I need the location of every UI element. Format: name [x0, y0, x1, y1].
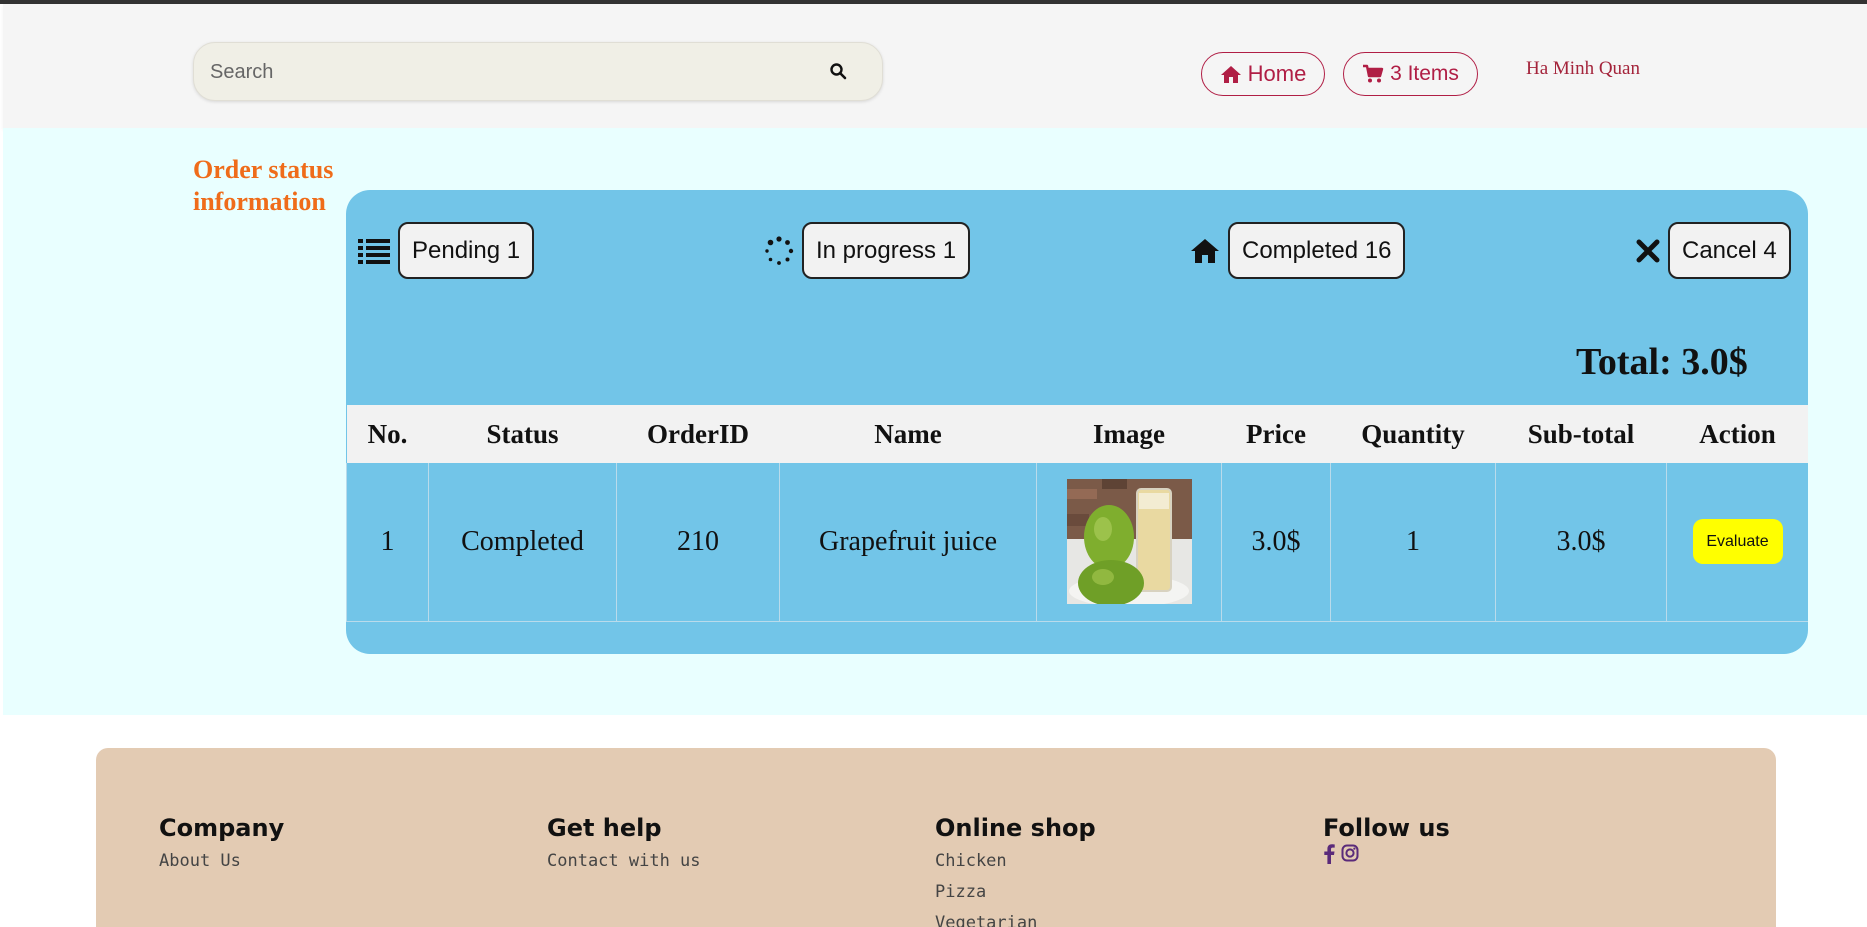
column-header-subtotal: Sub-total	[1527, 418, 1635, 449]
evaluate-button[interactable]: Evaluate	[1692, 519, 1783, 565]
search-bar	[193, 42, 883, 101]
search-icon	[830, 63, 847, 80]
table-header-row: No. Status OrderID Name Image Price Quan…	[346, 405, 1808, 463]
footer-company: Company About Us	[159, 814, 284, 877]
spinner-icon	[765, 235, 794, 265]
footer-link-vegetarian[interactable]: Vegetarian	[935, 908, 1096, 927]
cart-icon	[1363, 64, 1384, 83]
cart-label: 3 Items	[1390, 62, 1459, 85]
footer-heading-follow-us: Follow us	[1323, 814, 1450, 842]
footer-link-chicken[interactable]: Chicken	[935, 846, 1096, 877]
pending-button[interactable]: Pending 1	[398, 222, 535, 279]
cell-price: 3.0$	[1221, 463, 1331, 622]
cell-subtotal: 3.0$	[1495, 463, 1667, 622]
cell-order-id: 210	[616, 463, 780, 622]
column-header-action: Action	[1699, 418, 1776, 449]
column-header-order-id: OrderID	[647, 418, 749, 449]
facebook-icon[interactable]	[1323, 844, 1335, 864]
home-button[interactable]: Home	[1201, 52, 1325, 96]
column-header-quantity: Quantity	[1361, 418, 1465, 449]
page-title: Order status information	[193, 155, 334, 216]
search-button[interactable]	[818, 51, 858, 91]
table-row: 1 Completed 210 Grapefruit juice 3.0$ 1 …	[346, 463, 1808, 622]
cell-action: Evaluate	[1666, 463, 1808, 622]
instagram-icon[interactable]	[1341, 844, 1359, 862]
footer-follow-us: Follow us	[1323, 814, 1450, 864]
site-footer: Company About Us Get help Contact with u…	[96, 748, 1776, 927]
cell-image	[1036, 463, 1222, 622]
footer-heading-get-help: Get help	[547, 814, 662, 842]
product-image-grapefruit-juice	[1066, 479, 1192, 605]
footer-online-shop: Online shop Chicken Pizza Vegetarian	[935, 814, 1096, 927]
home-label: Home	[1247, 61, 1307, 86]
status-filter-completed: Completed 16	[1190, 222, 1406, 279]
column-header-no: No.	[367, 418, 408, 449]
footer-heading-online-shop: Online shop	[935, 814, 1096, 842]
column-header-status: Status	[486, 418, 559, 449]
status-filter-pending: Pending 1	[358, 222, 535, 279]
cart-button[interactable]: 3 Items	[1343, 52, 1478, 96]
orders-table: No. Status OrderID Name Image Price Quan…	[346, 405, 1808, 622]
cell-status: Completed	[428, 463, 617, 622]
completed-button[interactable]: Completed 16	[1228, 222, 1406, 279]
close-icon	[1636, 239, 1660, 262]
social-links	[1323, 844, 1450, 864]
main-content: Order status information Pending 1 In pr…	[3, 128, 1867, 715]
column-header-name: Name	[874, 418, 942, 449]
user-name[interactable]: Ha Minh Quan	[1526, 58, 1640, 80]
footer-link-about-us[interactable]: About Us	[159, 846, 284, 877]
home-icon	[1220, 66, 1241, 83]
status-filter-cancel: Cancel 4	[1636, 222, 1791, 279]
column-header-image: Image	[1093, 418, 1165, 449]
footer-heading-company: Company	[159, 814, 285, 842]
search-input[interactable]	[210, 55, 770, 89]
status-filter-in-progress: In progress 1	[764, 222, 971, 279]
order-total: Total: 3.0$	[1576, 341, 1748, 383]
order-status-panel: Pending 1 In progress 1 Completed 16 Can…	[346, 190, 1808, 654]
in-progress-button[interactable]: In progress 1	[802, 222, 971, 279]
cancel-button[interactable]: Cancel 4	[1668, 222, 1791, 279]
cell-quantity: 1	[1330, 463, 1496, 622]
list-icon	[358, 238, 390, 264]
footer-get-help: Get help Contact with us	[547, 814, 701, 877]
footer-link-contact[interactable]: Contact with us	[547, 846, 701, 877]
home-icon	[1191, 238, 1219, 263]
cell-name: Grapefruit juice	[779, 463, 1037, 622]
cell-no: 1	[346, 463, 429, 622]
column-header-price: Price	[1246, 418, 1306, 449]
site-header: Home 3 Items Ha Minh Quan	[3, 4, 1867, 128]
footer-link-pizza[interactable]: Pizza	[935, 877, 1096, 908]
